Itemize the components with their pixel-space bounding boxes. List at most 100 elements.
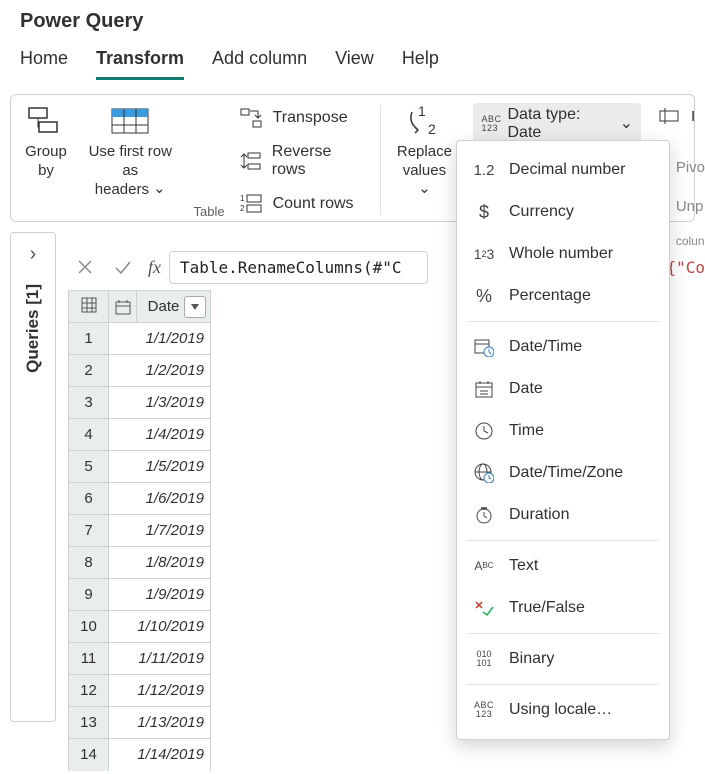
cell-date[interactable]: 1/14/2019 bbox=[109, 739, 211, 771]
table-icon bbox=[81, 297, 97, 313]
row-number[interactable]: 4 bbox=[69, 419, 109, 451]
group-by-label: Group by bbox=[25, 143, 67, 181]
table-row[interactable]: 81/8/2019 bbox=[69, 547, 211, 579]
column-filter-dropdown[interactable] bbox=[184, 296, 206, 318]
table-row[interactable]: 31/3/2019 bbox=[69, 387, 211, 419]
cell-date[interactable]: 1/8/2019 bbox=[109, 547, 211, 579]
type-datetime[interactable]: Date/Time bbox=[457, 326, 669, 368]
table-row[interactable]: 121/12/2019 bbox=[69, 675, 211, 707]
type-currency[interactable]: $ Currency bbox=[457, 191, 669, 233]
data-grid: Date 11/1/201921/2/201931/3/201941/4/201… bbox=[68, 290, 211, 771]
group-label-table: Table bbox=[194, 200, 225, 219]
group-by-icon bbox=[25, 105, 67, 137]
type-binary[interactable]: 010101 Binary bbox=[457, 638, 669, 680]
group-by-button[interactable]: Group by bbox=[21, 103, 71, 183]
confirm-formula-icon[interactable] bbox=[106, 250, 140, 284]
cancel-formula-icon[interactable] bbox=[68, 250, 102, 284]
type-percentage[interactable]: % Percentage bbox=[457, 275, 669, 317]
cell-date[interactable]: 1/5/2019 bbox=[109, 451, 211, 483]
svg-text:2: 2 bbox=[240, 204, 245, 213]
cell-date[interactable]: 1/6/2019 bbox=[109, 483, 211, 515]
type-time[interactable]: Time bbox=[457, 410, 669, 452]
column-header-label: Date bbox=[137, 298, 184, 315]
fx-icon: fx bbox=[148, 257, 161, 278]
row-number[interactable]: 2 bbox=[69, 355, 109, 387]
data-type-menu: 1.2 Decimal number $ Currency 123 Whole … bbox=[456, 140, 670, 740]
table-row[interactable]: 71/7/2019 bbox=[69, 515, 211, 547]
cell-date[interactable]: 1/4/2019 bbox=[109, 419, 211, 451]
expand-chevron-icon[interactable]: › bbox=[30, 243, 37, 266]
type-duration[interactable]: Duration bbox=[457, 494, 669, 536]
table-row[interactable]: 41/4/2019 bbox=[69, 419, 211, 451]
row-number[interactable]: 9 bbox=[69, 579, 109, 611]
transpose-button[interactable]: Transpose bbox=[235, 105, 352, 131]
table-row[interactable]: 91/9/2019 bbox=[69, 579, 211, 611]
queries-pane-collapsed[interactable]: › Queries [1] bbox=[10, 232, 56, 722]
type-locale[interactable]: ABC123 Using locale… bbox=[457, 689, 669, 731]
tab-transform[interactable]: Transform bbox=[96, 48, 184, 80]
table-row[interactable]: 51/5/2019 bbox=[69, 451, 211, 483]
table-row[interactable]: 141/14/2019 bbox=[69, 739, 211, 771]
column-header-date[interactable]: Date bbox=[109, 291, 211, 323]
time-icon bbox=[473, 420, 495, 442]
table-row[interactable]: 111/11/2019 bbox=[69, 643, 211, 675]
table-row[interactable]: 21/2/2019 bbox=[69, 355, 211, 387]
select-all-corner[interactable] bbox=[69, 291, 109, 323]
type-whole-number[interactable]: 123 Whole number bbox=[457, 233, 669, 275]
table-row[interactable]: 131/13/2019 bbox=[69, 707, 211, 739]
type-decimal-number[interactable]: 1.2 Decimal number bbox=[457, 149, 669, 191]
rename-button[interactable]: Ren bbox=[653, 103, 694, 129]
formula-input[interactable] bbox=[169, 251, 428, 284]
table-row[interactable]: 101/10/2019 bbox=[69, 611, 211, 643]
table-headers-icon bbox=[109, 105, 151, 137]
row-number[interactable]: 8 bbox=[69, 547, 109, 579]
data-type-dropdown[interactable]: ABC123 Data type: Date ⌄ bbox=[473, 103, 641, 145]
type-truefalse[interactable]: True/False bbox=[457, 587, 669, 629]
replace-values-icon: 12 bbox=[403, 105, 445, 137]
tab-home[interactable]: Home bbox=[20, 48, 68, 80]
cell-date[interactable]: 1/10/2019 bbox=[109, 611, 211, 643]
chevron-down-icon: ⌄ bbox=[153, 180, 166, 199]
cell-date[interactable]: 1/13/2019 bbox=[109, 707, 211, 739]
row-number[interactable]: 1 bbox=[69, 323, 109, 355]
svg-text:1: 1 bbox=[240, 194, 245, 203]
cell-date[interactable]: 1/3/2019 bbox=[109, 387, 211, 419]
cell-date[interactable]: 1/7/2019 bbox=[109, 515, 211, 547]
table-row[interactable]: 61/6/2019 bbox=[69, 483, 211, 515]
row-number[interactable]: 13 bbox=[69, 707, 109, 739]
replace-values-button[interactable]: 12 Replace values ⌄ bbox=[391, 103, 457, 201]
cell-date[interactable]: 1/2/2019 bbox=[109, 355, 211, 387]
percentage-icon: % bbox=[473, 285, 495, 307]
type-text[interactable]: ABC Text bbox=[457, 545, 669, 587]
row-number[interactable]: 7 bbox=[69, 515, 109, 547]
type-date[interactable]: Date bbox=[457, 368, 669, 410]
row-number[interactable]: 6 bbox=[69, 483, 109, 515]
row-number[interactable]: 11 bbox=[69, 643, 109, 675]
cell-date[interactable]: 1/11/2019 bbox=[109, 643, 211, 675]
replace-values-label: Replace values bbox=[397, 143, 452, 179]
cell-date[interactable]: 1/12/2019 bbox=[109, 675, 211, 707]
row-number[interactable]: 12 bbox=[69, 675, 109, 707]
chevron-down-icon: ⌄ bbox=[620, 113, 633, 133]
count-rows-button[interactable]: 12 Count rows bbox=[235, 191, 358, 217]
type-datetimezone[interactable]: Date/Time/Zone bbox=[457, 452, 669, 494]
tab-help[interactable]: Help bbox=[402, 48, 439, 80]
transpose-icon bbox=[239, 107, 263, 129]
tab-view[interactable]: View bbox=[335, 48, 374, 80]
cell-date[interactable]: 1/9/2019 bbox=[109, 579, 211, 611]
row-number[interactable]: 5 bbox=[69, 451, 109, 483]
binary-icon: 010101 bbox=[473, 648, 495, 670]
cell-date[interactable]: 1/1/2019 bbox=[109, 323, 211, 355]
abc123-icon: ABC123 bbox=[481, 115, 501, 133]
text-icon: ABC bbox=[473, 555, 495, 577]
data-type-label: Data type: Date bbox=[507, 106, 613, 142]
row-number[interactable]: 14 bbox=[69, 739, 109, 771]
reverse-rows-button[interactable]: Reverse rows bbox=[235, 141, 371, 181]
first-row-headers-button[interactable]: Use first row as headers ⌄ bbox=[77, 103, 184, 201]
date-type-icon[interactable] bbox=[109, 291, 137, 322]
tab-add-column[interactable]: Add column bbox=[212, 48, 307, 80]
row-number[interactable]: 10 bbox=[69, 611, 109, 643]
chevron-down-icon: ⌄ bbox=[418, 180, 431, 199]
table-row[interactable]: 11/1/2019 bbox=[69, 323, 211, 355]
row-number[interactable]: 3 bbox=[69, 387, 109, 419]
